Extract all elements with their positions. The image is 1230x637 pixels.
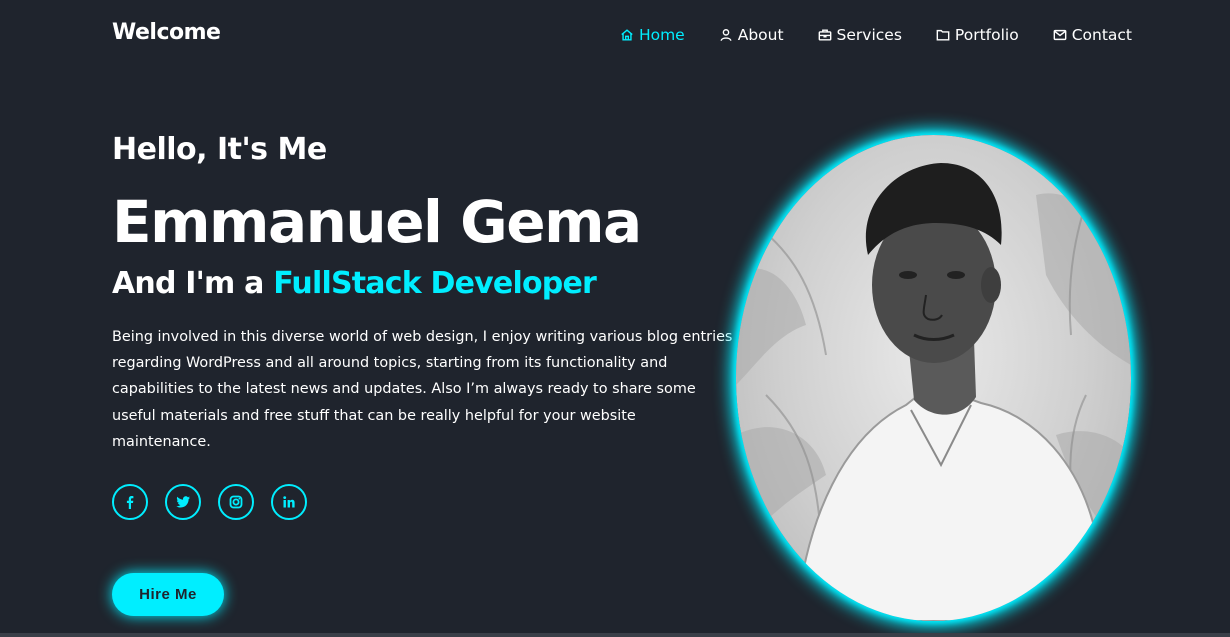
nav-services[interactable]: Services — [818, 26, 902, 44]
nav-contact[interactable]: Contact — [1053, 26, 1132, 44]
profile-photo-illustration — [736, 163, 1131, 621]
twitter-icon — [176, 496, 190, 508]
linkedin-icon — [283, 496, 295, 508]
bio-paragraph: Being involved in this diverse world of … — [112, 328, 733, 450]
linkedin-link[interactable] — [271, 484, 307, 521]
nav-about[interactable]: About — [719, 26, 784, 44]
shirt-shape — [794, 383, 1110, 621]
nav-contact-label: Contact — [1071, 26, 1132, 44]
mail-icon — [1053, 29, 1067, 41]
name-heading: Emmanuel Gema — [112, 188, 642, 256]
role-heading: And I'm a FullStack Developer — [112, 266, 742, 302]
site-header: Welcome Home About Services Portfolio Co… — [0, 0, 1230, 70]
greeting-heading: Hello, It's Me — [112, 132, 327, 167]
bottom-border — [0, 633, 1230, 637]
nav-about-label: About — [737, 26, 784, 44]
profile-photo — [736, 135, 1131, 621]
facebook-link[interactable] — [112, 484, 148, 521]
main-nav: Home About Services Portfolio Contact — [586, 26, 1132, 44]
social-links — [112, 484, 742, 521]
twitter-link[interactable] — [165, 484, 201, 521]
nav-portfolio[interactable]: Portfolio — [936, 26, 1019, 44]
role-highlight: FullStack Developer — [273, 265, 597, 301]
folder-icon — [936, 29, 950, 41]
home-section: Hello, It's Me Emmanuel Gema And I'm a F… — [112, 130, 742, 521]
facebook-icon — [126, 496, 134, 510]
ear-shape — [981, 267, 1001, 303]
user-icon — [720, 29, 732, 41]
instagram-link[interactable] — [218, 484, 254, 521]
nav-home[interactable]: Home — [620, 26, 685, 44]
nav-services-label: Services — [836, 26, 902, 44]
hire-me-button[interactable]: Hire Me — [112, 573, 224, 616]
home-icon — [621, 29, 633, 41]
instagram-icon — [229, 495, 243, 509]
nav-home-label: Home — [638, 26, 685, 44]
nav-portfolio-label: Portfolio — [954, 26, 1019, 44]
role-prefix: And I'm a — [112, 265, 274, 301]
briefcase-icon — [818, 29, 831, 41]
site-logo[interactable]: Welcome — [112, 20, 221, 45]
